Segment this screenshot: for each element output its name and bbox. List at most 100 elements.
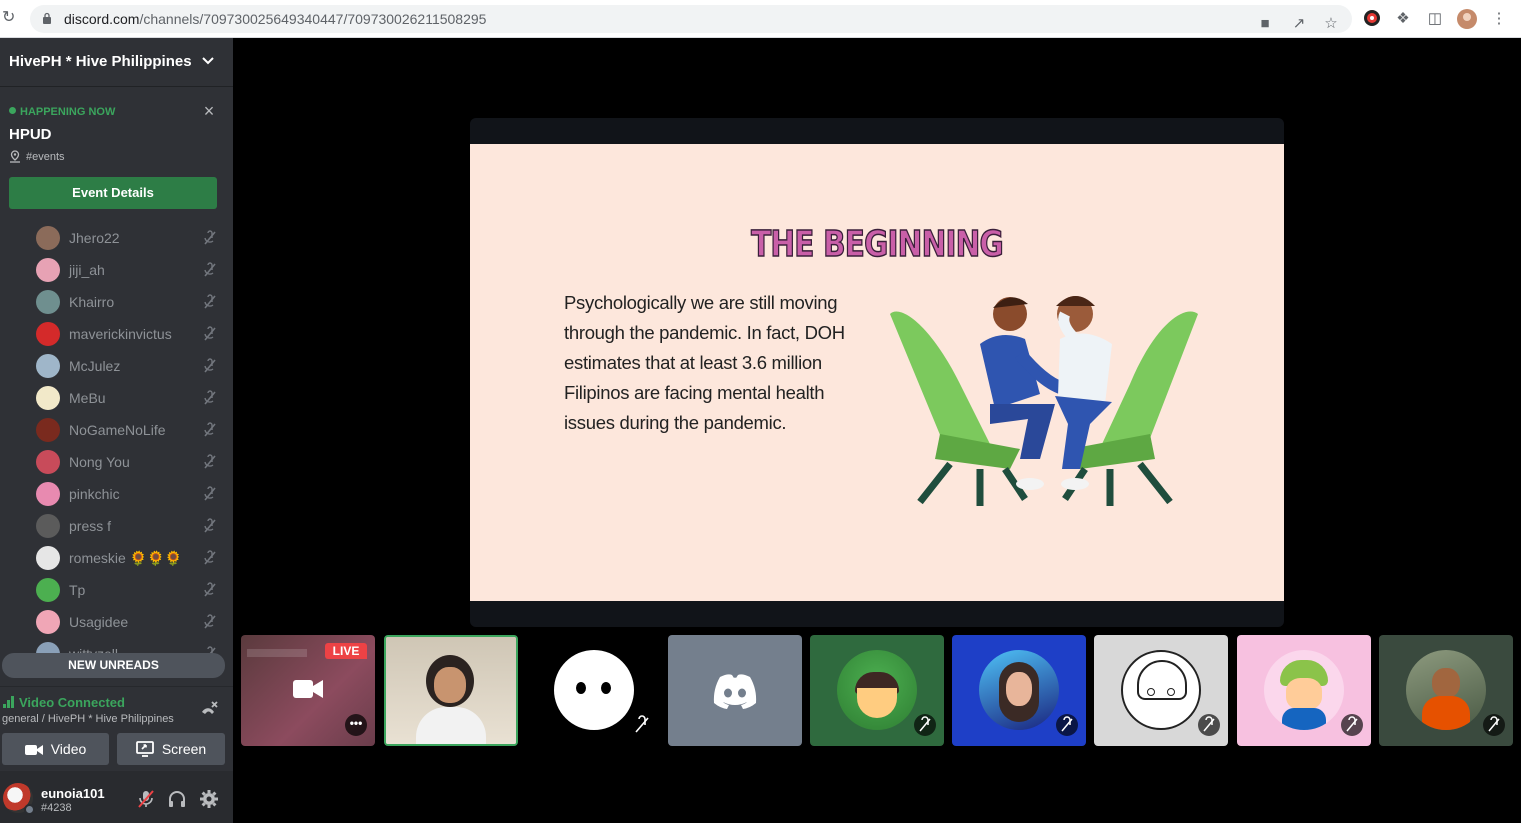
voice-member[interactable]: Tp: [36, 576, 226, 606]
voice-member[interactable]: jiji_ah: [36, 256, 226, 286]
member-name: jiji_ah: [69, 262, 105, 278]
profile-avatar[interactable]: [1457, 9, 1477, 29]
mic-muted-icon: [204, 358, 216, 373]
share-icon[interactable]: ↗: [1289, 14, 1309, 34]
presentation-slide: THE BEGINNING Psychologically we are sti…: [470, 144, 1284, 601]
disconnect-icon[interactable]: [199, 699, 219, 719]
video-camera-icon: [293, 680, 323, 698]
member-avatar: [36, 610, 60, 634]
user-discriminator: #4238: [41, 802, 72, 814]
mic-muted-icon: [1056, 714, 1078, 736]
close-icon[interactable]: ×: [201, 102, 217, 120]
member-name: Khairro: [69, 294, 115, 310]
more-options-icon[interactable]: •••: [345, 714, 367, 736]
browser-menu-icon[interactable]: ⋮: [1489, 9, 1509, 29]
participant-tile[interactable]: [1237, 635, 1371, 746]
voice-member[interactable]: Usagidee: [36, 608, 226, 638]
mic-muted-icon[interactable]: [136, 789, 156, 809]
event-details-button[interactable]: Event Details: [9, 177, 217, 209]
settings-gear-icon[interactable]: [199, 789, 219, 809]
reload-icon[interactable]: ↻: [2, 8, 22, 28]
channel-sidebar: HivePH * Hive Philippines HAPPENING NOW …: [0, 38, 233, 823]
mic-muted-icon: [204, 550, 216, 565]
screen-share-icon: [135, 741, 154, 757]
member-name: romeskie 🌻🌻🌻: [69, 550, 182, 566]
mic-muted-icon: [204, 486, 216, 501]
voice-status[interactable]: Video Connected: [3, 695, 125, 710]
voice-member[interactable]: pinkchic: [36, 480, 226, 510]
address-bar[interactable]: discord.com/channels/709730025649340447/…: [30, 5, 1352, 33]
extension-icon-red[interactable]: [1362, 9, 1382, 29]
participant-tile[interactable]: [1094, 635, 1228, 746]
participant-avatar: [979, 650, 1059, 730]
participant-tile-default[interactable]: [668, 635, 802, 746]
member-name: maverickinvictus: [69, 326, 172, 342]
headphones-icon[interactable]: [167, 789, 187, 809]
video-button[interactable]: Video: [2, 733, 109, 765]
member-avatar: [36, 514, 60, 538]
participant-tile-ghost[interactable]: [527, 635, 661, 746]
participant-tile[interactable]: [1379, 635, 1513, 746]
participant-avatar: [837, 650, 917, 730]
participant-avatar: [1121, 650, 1201, 730]
username[interactable]: eunoia101: [41, 786, 105, 801]
voice-member[interactable]: Nong You: [36, 448, 226, 478]
voice-member[interactable]: romeskie 🌻🌻🌻: [36, 544, 226, 574]
voice-member[interactable]: MeBu: [36, 384, 226, 414]
mic-muted-icon: [204, 518, 216, 533]
status-indicator: [24, 804, 35, 815]
member-name: Nong You: [69, 454, 130, 470]
participant-tile[interactable]: [952, 635, 1086, 746]
live-dot-icon: [9, 107, 16, 114]
event-location: #events: [9, 150, 65, 163]
member-name: Jhero22: [69, 230, 120, 246]
slide-body-text: Psychologically we are still moving thro…: [564, 292, 845, 433]
live-badge: LIVE: [325, 643, 367, 659]
mic-muted-icon: [204, 326, 216, 341]
browser-toolbar: ↻ discord.com/channels/70973002564934044…: [0, 0, 1521, 38]
mic-muted-icon: [1483, 714, 1505, 736]
member-avatar: [36, 354, 60, 378]
participant-avatar: [554, 650, 634, 730]
video-camera-icon: [24, 745, 43, 755]
member-avatar: [36, 546, 60, 570]
member-name: Usagidee: [69, 614, 129, 630]
voice-member[interactable]: Jhero22: [36, 224, 226, 254]
counseling-illustration: [890, 296, 1198, 506]
signal-bars-icon: [3, 696, 14, 708]
member-name: pinkchic: [69, 486, 120, 502]
voice-member[interactable]: NoGameNoLife: [36, 416, 226, 446]
mic-muted-icon: [914, 714, 936, 736]
bookmark-star-icon[interactable]: ☆: [1321, 14, 1341, 34]
voice-member[interactable]: McJulez: [36, 352, 226, 382]
member-avatar: [36, 322, 60, 346]
member-avatar: [36, 578, 60, 602]
server-header[interactable]: HivePH * Hive Philippines: [0, 38, 233, 86]
side-panel-icon[interactable]: ◫: [1425, 9, 1445, 29]
participant-tile[interactable]: [810, 635, 944, 746]
user-avatar[interactable]: [3, 783, 35, 815]
puzzle-extensions-icon[interactable]: ❖: [1393, 9, 1413, 29]
screen-share-stream[interactable]: THE BEGINNING Psychologically we are sti…: [470, 118, 1284, 627]
mic-muted-icon: [204, 454, 216, 469]
location-pin-icon: [10, 150, 20, 163]
voice-member[interactable]: press f: [36, 512, 226, 542]
live-stream-tile[interactable]: LIVE •••: [241, 635, 375, 746]
event-banner: HAPPENING NOW × HPUD #events Event Detai…: [0, 96, 233, 216]
voice-member[interactable]: Khairro: [36, 288, 226, 318]
camera-icon[interactable]: ■: [1255, 14, 1275, 34]
voice-channel-name[interactable]: general / HivePH * Hive Philippines: [2, 713, 174, 725]
participant-video-tile[interactable]: [384, 635, 518, 746]
screen-share-button[interactable]: Screen: [117, 733, 225, 765]
member-avatar: [36, 386, 60, 410]
voice-member-list: Jhero22 jiji_ah Khairro maverickinvictus McJ…: [0, 224, 233, 656]
participant-avatar: [1264, 650, 1344, 730]
member-name: Tp: [69, 582, 86, 598]
mic-muted-icon: [635, 715, 649, 733]
participant-avatar: [1406, 650, 1486, 730]
event-status: HAPPENING NOW: [9, 106, 115, 118]
chevron-down-icon: [202, 57, 214, 65]
member-name: MeBu: [69, 390, 106, 406]
voice-member[interactable]: maverickinvictus: [36, 320, 226, 350]
new-unreads-button[interactable]: NEW UNREADS: [2, 653, 225, 678]
